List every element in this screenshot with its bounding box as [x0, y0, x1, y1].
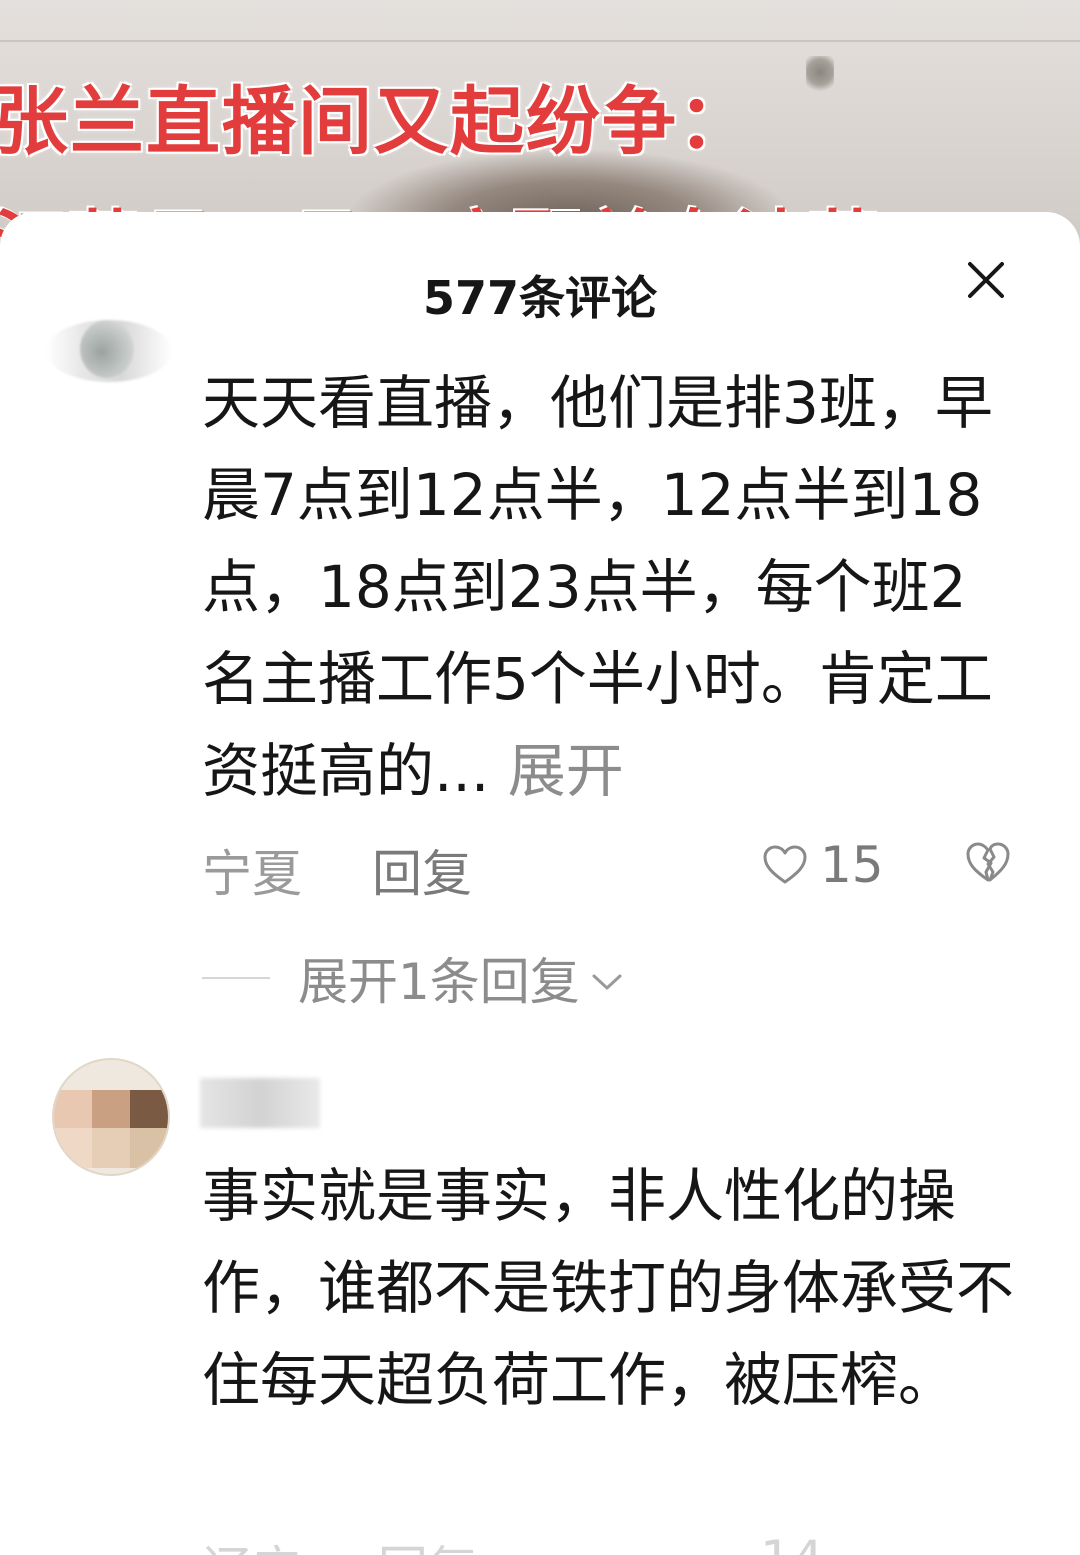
ceiling-line	[0, 40, 1080, 42]
avatar[interactable]	[52, 1058, 170, 1176]
avatar-image	[80, 320, 134, 378]
avatar-mosaic-tile	[130, 1128, 168, 1168]
expand-comment-link[interactable]: 展开	[508, 737, 624, 805]
avatar-mosaic-tile	[54, 1090, 94, 1130]
comment-location: 宁夏	[202, 845, 302, 903]
reply-button[interactable]: 回复	[378, 1541, 478, 1555]
divider-line	[202, 977, 270, 979]
screen: 汪菲月二月二度配美女波菲 张兰直播间又起纷争： 577条评论 天天看直播，他们是…	[0, 0, 1080, 1555]
ceiling-lamp	[806, 56, 834, 96]
avatar-mosaic-tile	[92, 1090, 132, 1130]
expand-replies-button[interactable]: 展开1条回复	[202, 942, 624, 1014]
comment-body: 天天看直播，他们是排3班，早晨7点到12点半，12点半到18点，18点到23点半…	[202, 357, 1022, 817]
close-button[interactable]	[958, 252, 1014, 308]
chevron-down-icon	[592, 974, 622, 990]
broken-heart-icon	[966, 842, 1010, 882]
dislike-button[interactable]	[964, 840, 1012, 888]
avatar-mosaic-tile	[130, 1090, 168, 1130]
avatar-mosaic-tile	[54, 1128, 94, 1168]
username[interactable]	[200, 1078, 320, 1128]
comments-count-title: 577条评论	[422, 271, 658, 325]
avatar-mosaic-tile	[92, 1128, 132, 1168]
like-button[interactable]: 15	[762, 836, 884, 894]
video-overlay-title: 张兰直播间又起纷争：	[0, 79, 754, 165]
reply-button[interactable]: 回复	[372, 834, 472, 906]
comment-body: 事实就是事实，非人性化的操作，谁都不是铁打的身体承受不住每天超负荷工作，被压榨。	[202, 1150, 1022, 1426]
like-count: 14	[760, 1530, 824, 1555]
like-count: 15	[820, 836, 884, 894]
comments-sheet: 577条评论 天天看直播，他们是排3班，早晨7点到12点半，12点半到18点，1…	[0, 212, 1080, 1555]
comment-text: 事实就是事实，非人性化的操作，谁都不是铁打的身体承受不住每天超负荷工作，被压榨。	[202, 1162, 1015, 1414]
close-icon	[968, 262, 1004, 298]
avatar[interactable]	[46, 320, 172, 382]
heart-outline-icon	[763, 845, 807, 884]
expand-replies-label: 展开1条回复	[298, 953, 580, 1011]
comment-location: 辽宁 回复	[202, 1530, 478, 1555]
